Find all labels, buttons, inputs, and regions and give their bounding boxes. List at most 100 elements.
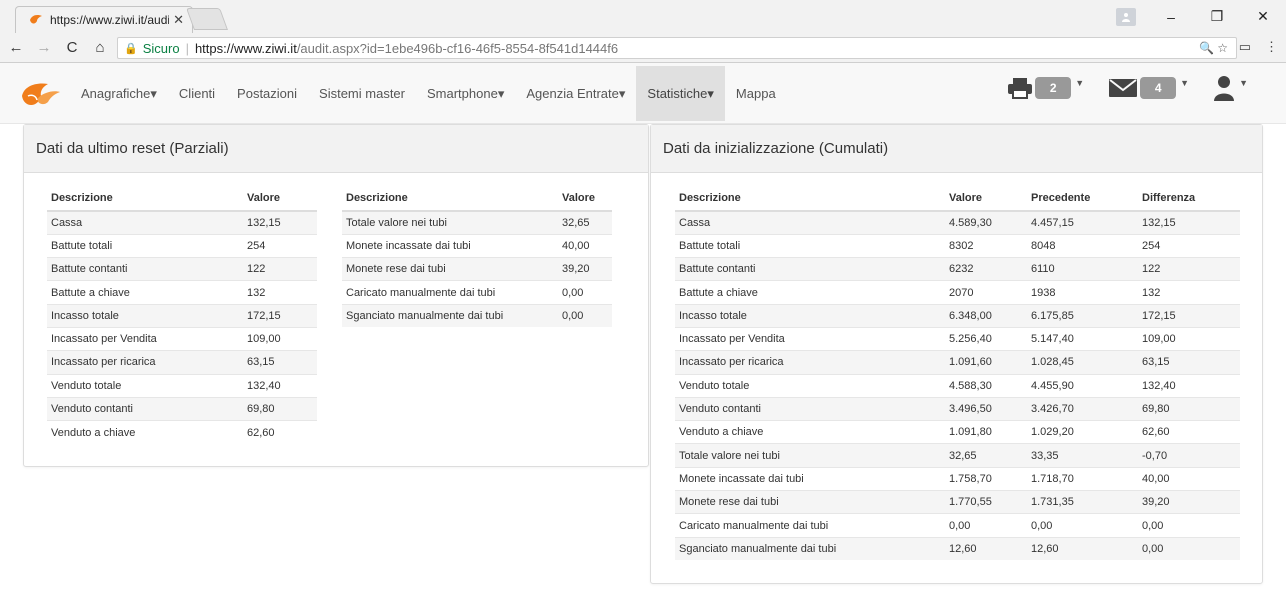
table-cell: Incassato per Vendita bbox=[47, 326, 243, 351]
table-cell: Caricato manualmente dai tubi bbox=[342, 280, 558, 305]
close-window-icon[interactable]: ✕ bbox=[1240, 8, 1286, 25]
nav-smartphone[interactable]: Smartphone ▾ bbox=[416, 66, 515, 121]
lock-icon: 🔒 bbox=[124, 42, 138, 55]
nav-sistemi-master[interactable]: Sistemi master bbox=[308, 66, 416, 121]
column-header: Descrizione bbox=[675, 185, 945, 212]
ziwi-logo bbox=[22, 83, 60, 105]
restore-icon[interactable]: ❐ bbox=[1194, 8, 1240, 25]
table-cell: Venduto a chiave bbox=[47, 420, 243, 444]
table-cell: 254 bbox=[1138, 233, 1240, 258]
cast-icon[interactable]: ▭ bbox=[1239, 39, 1251, 55]
table-row: Venduto totale 132,40 bbox=[47, 373, 317, 398]
table-cell: 12,60 bbox=[945, 536, 1027, 561]
mail-menu[interactable]: 4 ▼ bbox=[1108, 77, 1189, 99]
table-cell: 3.496,50 bbox=[945, 396, 1027, 421]
table-cell: 2070 bbox=[945, 280, 1027, 305]
table-cell: 32,65 bbox=[558, 210, 612, 235]
profile-icon[interactable] bbox=[1116, 7, 1136, 26]
column-header: Precedente bbox=[1027, 185, 1138, 212]
table-row: Incassato per ricarica 63,15 bbox=[47, 350, 317, 375]
table-cell: Monete incassate dai tubi bbox=[675, 466, 945, 491]
table-cell: 1.091,80 bbox=[945, 420, 1027, 444]
table-row: Monete incassate dai tubi 1.758,70 1.718,7… bbox=[675, 466, 1240, 491]
menu-kebab-icon[interactable]: ⋮ bbox=[1265, 39, 1278, 55]
nav-label: Sistemi master bbox=[319, 86, 405, 101]
table-cell: 1.718,70 bbox=[1027, 466, 1138, 491]
partial-data-panel: Dati da ultimo reset (Parziali) Descrizi… bbox=[23, 124, 649, 467]
table-cell: 32,65 bbox=[945, 443, 1027, 468]
table-cell: 122 bbox=[1138, 257, 1240, 281]
table-row: Venduto contanti 69,80 bbox=[47, 396, 317, 421]
print-menu[interactable]: 2 ▼ bbox=[1007, 76, 1084, 100]
reload-icon[interactable]: C bbox=[60, 39, 84, 56]
chevron-down-icon: ▼ bbox=[1239, 78, 1248, 88]
table-cell: 63,15 bbox=[243, 350, 317, 375]
browser-extra-icons: ▭ ⋮ bbox=[1239, 39, 1278, 55]
table-cell: Sganciato manualmente dai tubi bbox=[675, 536, 945, 561]
zoom-icon[interactable]: 🔍 bbox=[1199, 41, 1214, 55]
column-header: Differenza bbox=[1138, 185, 1240, 212]
url-path: /audit.aspx?id=1ebe496b-cf16-46f5-8554-8… bbox=[296, 40, 619, 56]
table-row: Monete rese dai tubi 39,20 bbox=[342, 257, 612, 281]
table-cell: Battute totali bbox=[47, 233, 243, 258]
column-header: Valore bbox=[243, 185, 317, 212]
table-cell: 69,80 bbox=[243, 396, 317, 421]
table-row: Incassato per Vendita 5.256,40 5.147,40 109… bbox=[675, 326, 1240, 351]
address-input[interactable]: 🔒 Sicuro | https://www.ziwi.it/audit.asp… bbox=[117, 37, 1237, 59]
url-host: https://www.ziwi.it bbox=[194, 40, 297, 56]
back-icon[interactable]: ← bbox=[4, 39, 28, 56]
table-cell: Incassato per Vendita bbox=[675, 326, 945, 351]
table-cell: 4.588,30 bbox=[945, 373, 1027, 398]
nav-statistiche[interactable]: Statistiche ▾ bbox=[636, 66, 725, 121]
browser-tab[interactable]: https://www.ziwi.it/audit ✕ bbox=[15, 6, 193, 33]
table-row: Cassa 4.589,30 4.457,15 132,15 bbox=[675, 210, 1240, 235]
address-toolbar: ← → C ⌂ 🔒 Sicuro | https://www.ziwi.it/a… bbox=[0, 33, 1286, 63]
forward-icon[interactable]: → bbox=[32, 39, 56, 56]
table-cell: Battute totali bbox=[675, 233, 945, 258]
table-cell: Incassato per ricarica bbox=[47, 350, 243, 375]
table-row: Venduto contanti 3.496,50 3.426,70 69,80 bbox=[675, 396, 1240, 421]
cumulative-data-panel: Dati da inizializzazione (Cumulati) Desc… bbox=[650, 124, 1263, 584]
bookmark-star-icon[interactable]: ☆ bbox=[1217, 41, 1228, 55]
table-header-row: Descrizione Valore bbox=[47, 185, 317, 212]
new-tab-button[interactable] bbox=[185, 8, 229, 30]
table-cell: Monete incassate dai tubi bbox=[342, 233, 558, 258]
table-row: Incassato per ricarica 1.091,60 1.028,45 63… bbox=[675, 350, 1240, 375]
table-row: Incasso totale 6.348,00 6.175,85 172,15 bbox=[675, 303, 1240, 328]
home-icon[interactable]: ⌂ bbox=[88, 39, 112, 56]
table-cell: 62,60 bbox=[1138, 420, 1240, 444]
nav-clienti[interactable]: Clienti bbox=[168, 66, 226, 121]
nav-mappa[interactable]: Mappa bbox=[725, 66, 787, 121]
nav-label: Postazioni bbox=[237, 86, 298, 101]
table-cell: 12,60 bbox=[1027, 536, 1138, 561]
table-cell: Venduto contanti bbox=[47, 396, 243, 421]
table-cell: Totale valore nei tubi bbox=[675, 443, 945, 468]
table-cell: 6110 bbox=[1027, 257, 1138, 281]
nav-postazioni[interactable]: Postazioni bbox=[226, 66, 308, 121]
table-row: Battute a chiave 2070 1938 132 bbox=[675, 280, 1240, 305]
table-cell: 132,15 bbox=[243, 210, 317, 235]
table-cell: 6.175,85 bbox=[1027, 303, 1138, 328]
nav-agenzia-entrate[interactable]: Agenzia Entrate ▾ bbox=[515, 66, 636, 121]
table-row: Battute totali 8302 8048 254 bbox=[675, 233, 1240, 258]
table-row: Battute a chiave 132 bbox=[47, 280, 317, 305]
table-row: Incasso totale 172,15 bbox=[47, 303, 317, 328]
dropdown-caret-icon: ▾ bbox=[497, 85, 505, 101]
column-header: Valore bbox=[558, 185, 612, 212]
table-cell: 69,80 bbox=[1138, 396, 1240, 421]
separator: | bbox=[185, 40, 189, 56]
user-menu[interactable]: ▼ bbox=[1213, 75, 1248, 101]
table-cell: 4.589,30 bbox=[945, 210, 1027, 235]
table-cell: Battute contanti bbox=[47, 257, 243, 281]
table-cell: 8048 bbox=[1027, 233, 1138, 258]
table-row: Venduto a chiave 1.091,80 1.029,20 62,60 bbox=[675, 420, 1240, 444]
mail-count-badge: 4 bbox=[1140, 77, 1177, 99]
table-cell: 0,00 bbox=[1027, 513, 1138, 538]
minimize-icon[interactable]: – bbox=[1148, 9, 1194, 25]
table-cell: Venduto totale bbox=[47, 373, 243, 398]
panel-title: Dati da ultimo reset (Parziali) bbox=[24, 125, 648, 173]
table-cell: 33,35 bbox=[1027, 443, 1138, 468]
tab-close-icon[interactable]: ✕ bbox=[173, 12, 184, 28]
table-cell: 39,20 bbox=[1138, 490, 1240, 514]
nav-anagrafiche[interactable]: Anagrafiche ▾ bbox=[70, 66, 168, 121]
